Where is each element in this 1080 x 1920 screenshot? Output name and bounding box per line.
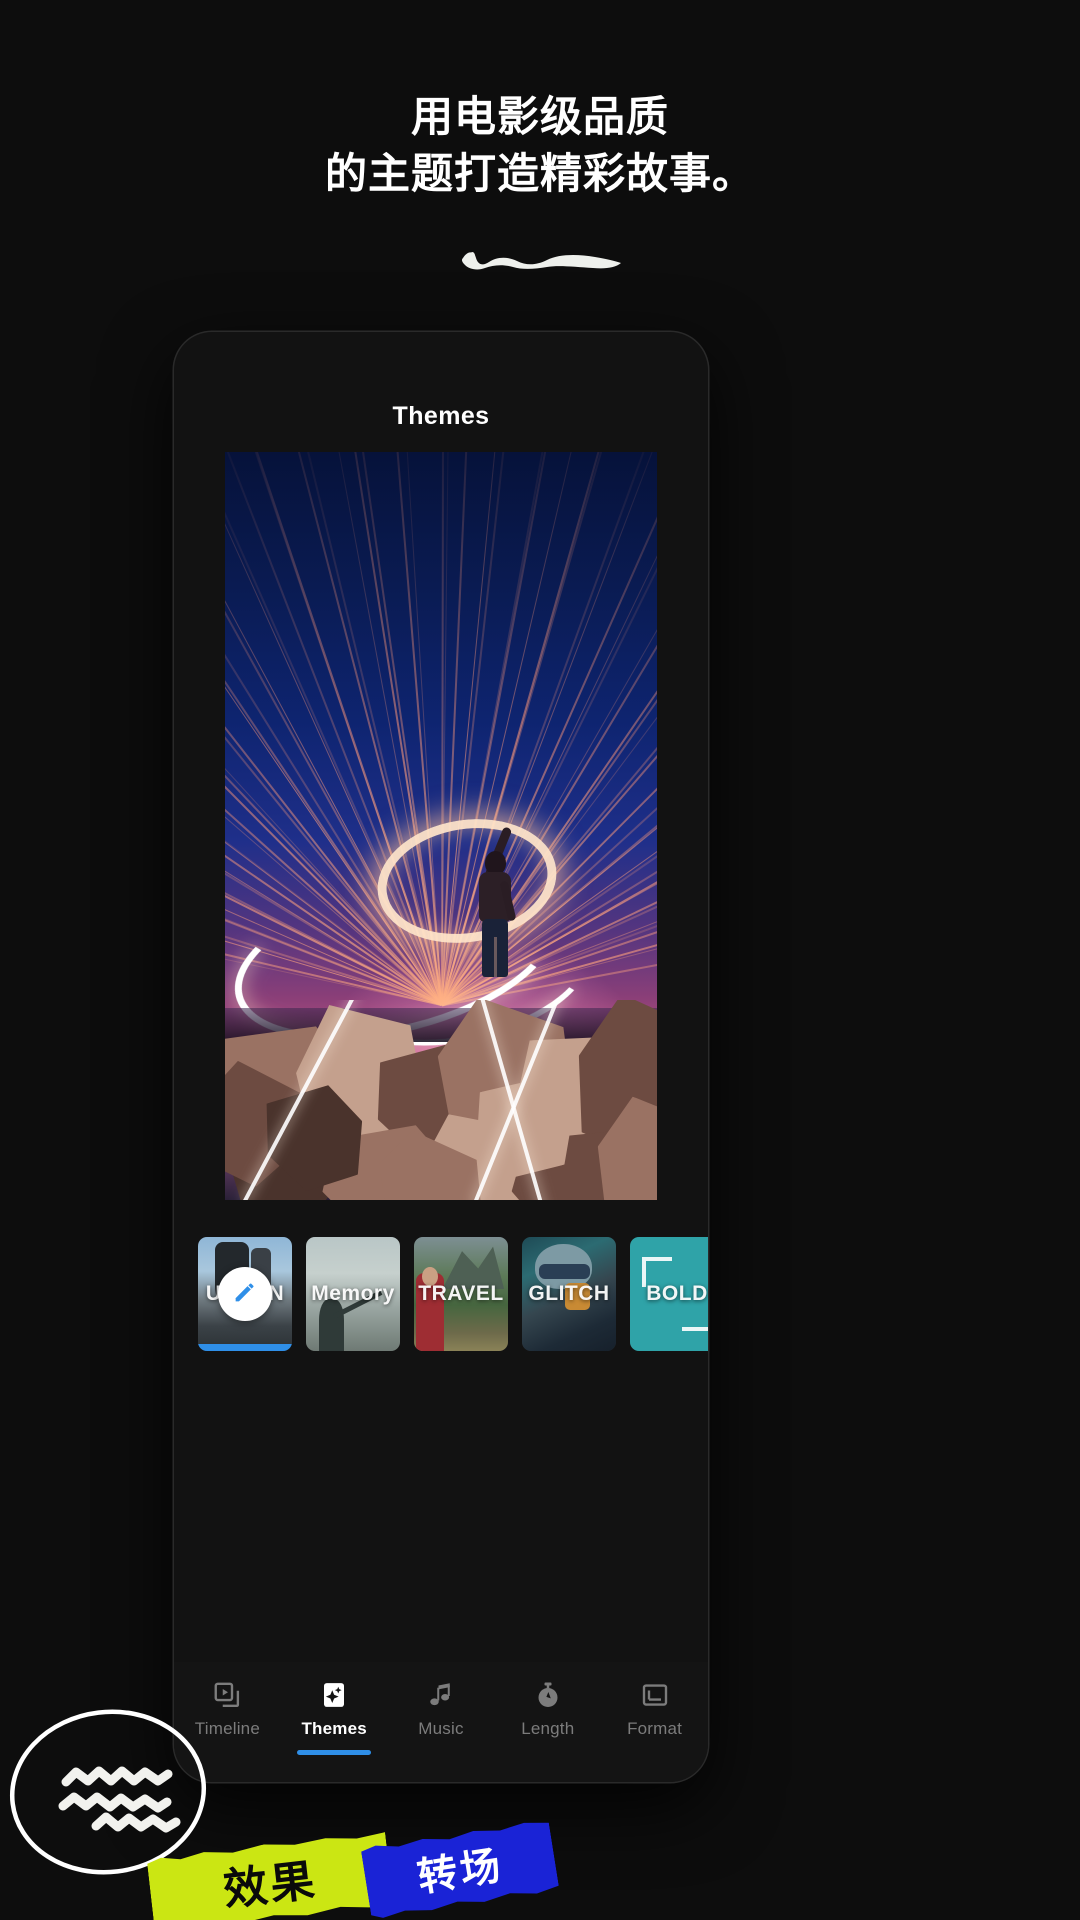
badge-transitions-label: 转场 (414, 1843, 507, 1901)
layout-icon (640, 1680, 670, 1710)
nav-item-length[interactable]: Length (494, 1680, 601, 1739)
theme-thumbnail-urban[interactable]: URBAN (198, 1237, 292, 1351)
nav-item-label: Length (521, 1719, 575, 1738)
stopwatch-icon (533, 1680, 563, 1710)
theme-thumbnail-label: BOLD (646, 1282, 708, 1305)
nav-item-music[interactable]: Music (388, 1680, 495, 1739)
screen-title: Themes (392, 402, 490, 430)
phone-mockup: Themes URBANMemoryTRAVELGLITCHBOLD Timel… (174, 332, 708, 1782)
preview-rocks (225, 1000, 657, 1200)
nav-item-label: Themes (301, 1719, 367, 1738)
music-note-icon (426, 1680, 456, 1710)
badge-effects: 效果 (146, 1831, 393, 1920)
active-tab-indicator (297, 1750, 372, 1755)
edit-theme-button[interactable] (218, 1267, 272, 1321)
badge-effects-label: 效果 (220, 1855, 320, 1916)
theme-thumbnail-strip[interactable]: URBAN Memory TRAVEL GLITCH BOLD (174, 1237, 708, 1361)
headline-line-2: 的主题打造精彩故事。 (324, 150, 755, 198)
nav-item-label: Format (627, 1719, 683, 1738)
headline-line-1: 用电影级品质 (410, 93, 669, 140)
theme-thumbnail-label: TRAVEL (418, 1282, 504, 1305)
page-title: 用电影级品质 的主题打造精彩故事。 (0, 88, 1080, 202)
theme-thumbnail-bold[interactable]: BOLD (630, 1237, 708, 1351)
sparkle-card-icon (319, 1680, 349, 1710)
nav-item-themes[interactable]: Themes (281, 1680, 388, 1755)
theme-thumbnail-memory[interactable]: Memory (306, 1237, 400, 1351)
promo-page: 用电影级品质 的主题打造精彩故事。 Themes URBAN Memory (0, 0, 1080, 1920)
theme-thumbnail-glitch[interactable]: GLITCH (522, 1237, 616, 1351)
theme-thumbnail-travel[interactable]: TRAVEL (414, 1237, 508, 1351)
badge-transitions: 转场 (360, 1818, 559, 1920)
promo-badges: 效果 转场 (150, 1826, 570, 1920)
nav-item-label: Music (418, 1719, 464, 1738)
video-preview[interactable] (225, 452, 657, 1200)
pencil-icon (231, 1278, 259, 1311)
bottom-nav[interactable]: Timeline Themes Music Length Format (174, 1662, 708, 1782)
brush-stroke-underline-icon (461, 252, 621, 270)
theme-thumbnail-label: GLITCH (528, 1282, 610, 1305)
theme-thumbnail-label: Memory (311, 1282, 395, 1305)
nav-item-format[interactable]: Format (601, 1680, 708, 1739)
preview-person (468, 826, 524, 977)
